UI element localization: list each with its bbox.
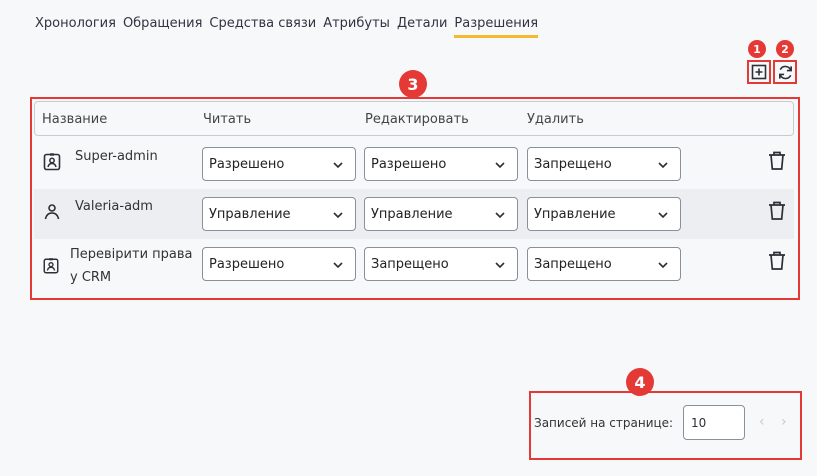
user-icon [44, 204, 60, 220]
plus-square-icon [751, 64, 767, 80]
badge-icon [43, 153, 61, 171]
edit-permission-select[interactable]: Запрещено [364, 247, 518, 281]
add-button[interactable] [747, 60, 771, 84]
select-value: Управление [371, 207, 453, 222]
chevron-down-icon [495, 262, 505, 269]
select-value: Разрешено [209, 257, 285, 272]
select-value: Запрещено [534, 257, 612, 272]
chevron-down-icon [658, 212, 668, 219]
select-value: Разрешено [209, 157, 285, 172]
chevron-down-icon [333, 162, 343, 169]
tab-details[interactable]: Детали [397, 16, 447, 38]
chevron-down-icon [495, 212, 505, 219]
header-edit: Редактировать [365, 112, 469, 127]
annotation-badge-2: 2 [776, 40, 794, 58]
read-permission-select[interactable]: Разрешено [202, 247, 356, 281]
read-permission-select[interactable]: Управление [202, 197, 356, 231]
annotation-badge-1: 1 [748, 40, 766, 58]
table-header: Название Читать Редактировать Удалить [34, 101, 794, 136]
annotation-badge-3: 3 [399, 70, 427, 98]
trash-icon[interactable] [767, 250, 787, 272]
table-row: Super-admin Разрешено Разрешено Запрещен… [34, 139, 794, 189]
select-value: Управление [534, 207, 616, 222]
tab-contacts[interactable]: Средства связи [209, 16, 316, 38]
page-size-label: Записей на странице: [534, 416, 674, 430]
refresh-icon [778, 65, 792, 79]
chevron-down-icon [658, 162, 668, 169]
edit-permission-select[interactable]: Управление [364, 197, 518, 231]
table-row: Перевірити права у CRM Разрешено Запреще… [34, 239, 794, 289]
chevron-down-icon [495, 162, 505, 169]
delete-permission-select[interactable]: Запрещено [527, 147, 681, 181]
page-size-input[interactable]: 10 [683, 405, 745, 440]
select-value: Запрещено [534, 157, 612, 172]
chevron-down-icon [333, 212, 343, 219]
tab-permissions[interactable]: Разрешения [454, 16, 539, 38]
select-value: Управление [209, 207, 291, 222]
page-size-value: 10 [691, 416, 707, 430]
tab-attributes[interactable]: Атрибуты [323, 16, 390, 38]
prev-page-button[interactable]: ‹ [759, 414, 765, 430]
delete-permission-select[interactable]: Управление [527, 197, 681, 231]
row-name-line2: у CRM [70, 270, 112, 285]
row-name: Valeria-adm [75, 199, 153, 214]
header-read: Читать [203, 112, 252, 127]
tab-bar: Хронология Обращения Средства связи Атри… [35, 16, 545, 38]
edit-permission-select[interactable]: Разрешено [364, 147, 518, 181]
row-name-line1: Перевірити права [70, 247, 193, 262]
chevron-down-icon [333, 262, 343, 269]
chevron-down-icon [658, 262, 668, 269]
delete-permission-select[interactable]: Запрещено [527, 247, 681, 281]
select-value: Запрещено [371, 257, 449, 272]
header-name: Название [42, 112, 108, 127]
select-value: Разрешено [371, 157, 447, 172]
trash-icon[interactable] [767, 200, 787, 222]
row-name: Super-admin [75, 149, 158, 164]
badge-icon [43, 258, 59, 274]
tab-chronology[interactable]: Хронология [35, 16, 116, 38]
read-permission-select[interactable]: Разрешено [202, 147, 356, 181]
header-delete: Удалить [527, 112, 584, 127]
table-row: Valeria-adm Управление Управление Управл… [34, 189, 794, 239]
refresh-button[interactable] [773, 60, 797, 84]
tab-requests[interactable]: Обращения [123, 16, 202, 38]
trash-icon[interactable] [767, 150, 787, 172]
next-page-button[interactable]: › [781, 414, 787, 430]
